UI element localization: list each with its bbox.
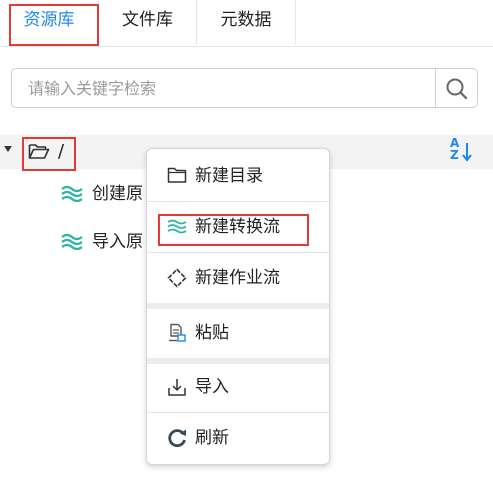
menu-item-label: 新建目录: [195, 166, 263, 186]
menu-item-import[interactable]: 导入: [147, 362, 329, 412]
search-input[interactable]: [12, 69, 437, 107]
menu-item-label: 粘贴: [195, 323, 229, 343]
tab-bar: 资源库 文件库 元数据: [0, 0, 493, 47]
menu-item-label: 新建作业流: [195, 268, 280, 288]
menu-item-new-job-flow[interactable]: 新建作业流: [147, 253, 329, 303]
sort-arrow-icon: [462, 143, 472, 162]
folder-icon: [167, 167, 187, 183]
tree-item-label: 创建原: [92, 184, 143, 204]
search-icon: [446, 78, 468, 100]
import-icon: [168, 379, 186, 396]
flow-icon: [61, 185, 83, 203]
flow-icon: [61, 233, 83, 251]
menu-item-label: 导入: [195, 377, 229, 397]
caret-down-icon[interactable]: [4, 146, 12, 152]
sort-letter-z: Z: [450, 148, 459, 162]
sort-alpha-icon[interactable]: A Z: [450, 137, 474, 164]
tab-metadata[interactable]: 元数据: [197, 0, 295, 45]
diamond-icon: [167, 268, 187, 288]
tab-divider: [295, 0, 296, 45]
tab-file-library[interactable]: 文件库: [99, 0, 196, 45]
menu-item-refresh[interactable]: 刷新: [147, 413, 329, 463]
tree-item[interactable]: 创建原: [60, 181, 150, 207]
menu-item-label: 新建转换流: [195, 217, 280, 237]
tree-item-label: 导入原: [92, 232, 143, 252]
tab-resource-library[interactable]: 资源库: [0, 0, 98, 45]
flow-icon: [167, 219, 187, 234]
context-menu: 新建目录 新建转换流 新建作业流 粘贴 导入 刷新: [146, 148, 330, 465]
folder-open-icon: [28, 144, 50, 159]
menu-item-new-directory[interactable]: 新建目录: [147, 151, 329, 201]
search-box: [11, 68, 478, 108]
refresh-icon: [168, 429, 186, 447]
menu-item-new-transform-flow[interactable]: 新建转换流: [147, 202, 329, 252]
tree-item[interactable]: 导入原: [60, 229, 150, 255]
search-button[interactable]: [435, 69, 477, 107]
paste-icon: [169, 323, 186, 342]
menu-item-paste[interactable]: 粘贴: [147, 308, 329, 358]
menu-item-label: 刷新: [195, 428, 229, 448]
tree-root-label[interactable]: /: [58, 140, 64, 164]
